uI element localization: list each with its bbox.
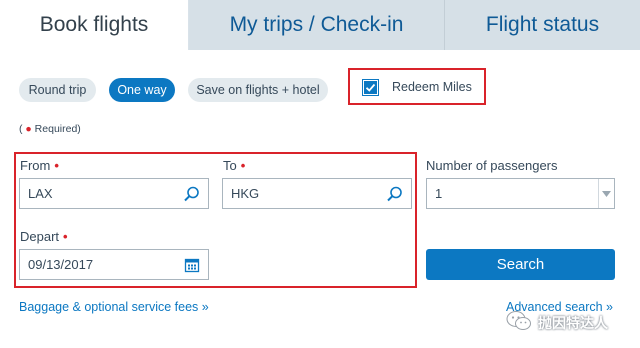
to-value: HKG bbox=[231, 186, 260, 201]
from-label-text: From bbox=[20, 158, 51, 173]
required-text: Required) bbox=[31, 123, 81, 135]
chevron-down-icon[interactable] bbox=[598, 179, 614, 208]
baggage-fees-link[interactable]: Baggage & optional service fees » bbox=[19, 300, 209, 314]
watermark: 抛因特达人 bbox=[506, 310, 626, 336]
redeem-miles-label[interactable]: Redeem Miles bbox=[392, 80, 472, 94]
passengers-select[interactable]: 1 bbox=[426, 178, 615, 209]
passengers-value: 1 bbox=[435, 186, 443, 201]
tab-bar: Book flights My trips / Check-in Flight … bbox=[0, 0, 640, 50]
search-button[interactable]: Search bbox=[426, 249, 615, 280]
from-label: From • bbox=[20, 158, 59, 173]
tab-label: Flight status bbox=[485, 13, 600, 36]
tab-my-trips[interactable]: My trips / Check-in bbox=[189, 0, 444, 50]
pill-label: One way bbox=[117, 83, 167, 97]
pill-label: Round trip bbox=[28, 83, 87, 97]
flights-hotel-button[interactable]: Save on flights + hotel bbox=[188, 78, 328, 102]
depart-label-text: Depart bbox=[20, 229, 60, 244]
tab-book-flights[interactable]: Book flights bbox=[0, 0, 188, 50]
from-value: LAX bbox=[28, 186, 53, 201]
required-note: ( ● Required) bbox=[19, 123, 81, 135]
pill-label: Save on flights + hotel bbox=[196, 83, 320, 97]
tab-label: My trips / Check-in bbox=[229, 13, 404, 36]
depart-label: Depart • bbox=[20, 229, 68, 244]
passengers-label: Number of passengers bbox=[426, 158, 558, 173]
wechat-icon bbox=[506, 310, 532, 337]
calendar-icon[interactable] bbox=[183, 256, 201, 274]
check-icon bbox=[364, 81, 377, 94]
to-field[interactable]: HKG bbox=[222, 178, 412, 209]
to-label-text: To bbox=[223, 158, 237, 173]
watermark-text: 抛因特达人 bbox=[538, 315, 608, 331]
search-button-label: Search bbox=[496, 256, 545, 273]
required-star: • bbox=[240, 158, 246, 173]
to-label: To • bbox=[223, 158, 245, 173]
tab-label: Book flights bbox=[39, 13, 149, 36]
search-icon[interactable] bbox=[386, 185, 404, 203]
depart-date-field[interactable]: 09/13/2017 bbox=[19, 249, 209, 280]
search-icon[interactable] bbox=[183, 185, 201, 203]
required-open: ( bbox=[19, 123, 23, 135]
round-trip-button[interactable]: Round trip bbox=[19, 78, 96, 102]
from-field[interactable]: LAX bbox=[19, 178, 209, 209]
required-star: • bbox=[63, 229, 68, 244]
depart-value: 09/13/2017 bbox=[28, 257, 94, 272]
required-star: • bbox=[54, 158, 59, 173]
tab-flight-status[interactable]: Flight status bbox=[445, 0, 640, 50]
redeem-miles-checkbox[interactable] bbox=[362, 79, 379, 96]
one-way-button[interactable]: One way bbox=[109, 78, 175, 102]
